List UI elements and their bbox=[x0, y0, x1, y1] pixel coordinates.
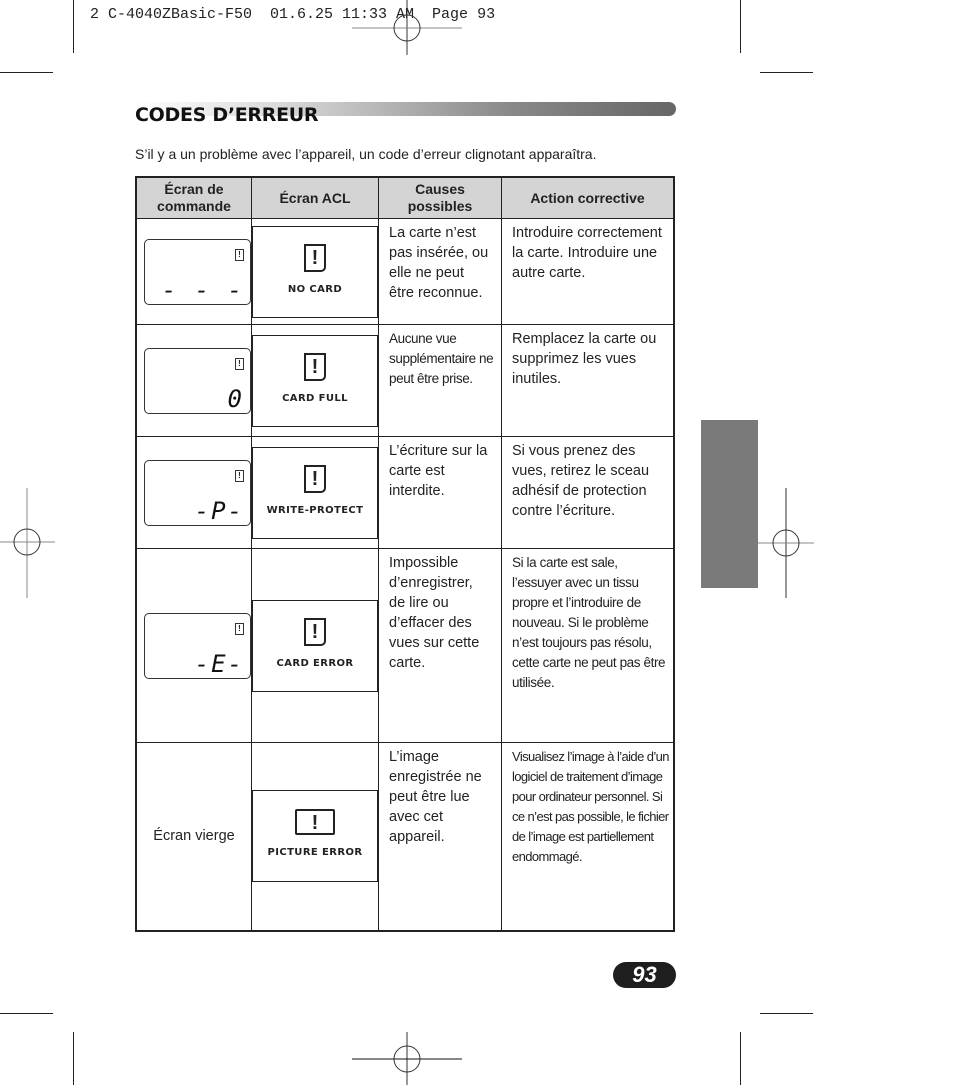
action-cell: Remplacez la carte ou supprimez les vues… bbox=[501, 324, 675, 437]
lcd-screen-cell: ! WRITE-PROTECT bbox=[251, 436, 379, 549]
crop-mark bbox=[760, 72, 813, 73]
lcd-message: CARD FULL bbox=[282, 392, 348, 404]
segment-readout: - - - bbox=[161, 275, 244, 304]
segment-readout: -P- bbox=[194, 496, 244, 525]
lcd-message: NO CARD bbox=[287, 283, 343, 295]
lcd-screen: ! PICTURE ERROR bbox=[252, 790, 378, 883]
lcd-screen: ! NO CARD bbox=[252, 225, 378, 318]
chapter-side-tab bbox=[701, 420, 758, 588]
card-warning-icon: ! bbox=[235, 248, 244, 261]
blank-screen-label: Écran vierge bbox=[153, 828, 235, 845]
header-action: Action corrective bbox=[501, 176, 675, 219]
table-row: ! -E- ! CARD ERROR Impossible d’enregist… bbox=[135, 548, 675, 743]
header-lcd-display: Écran ACL bbox=[251, 176, 379, 219]
registration-mark-bottom-icon bbox=[352, 1032, 462, 1085]
table-row: Écran vierge ! PICTURE ERROR L’image enr… bbox=[135, 742, 675, 931]
control-panel-display: ! 0 bbox=[144, 347, 251, 414]
control-display-cell: ! 0 bbox=[135, 324, 252, 437]
action-cell: Introduire correctement la carte. Introd… bbox=[501, 218, 675, 325]
crop-mark bbox=[73, 1032, 74, 1085]
card-warning-icon: ! bbox=[304, 464, 326, 493]
card-warning-icon: ! bbox=[235, 469, 244, 482]
table-header-row: Écran de commande Écran ACL Causes possi… bbox=[135, 176, 675, 219]
crop-mark bbox=[73, 0, 74, 53]
control-panel-display: ! -P- bbox=[144, 459, 251, 526]
action-cell: Visualisez l’image à l’aide d’un logicie… bbox=[501, 742, 675, 931]
lcd-screen: ! WRITE-PROTECT bbox=[252, 446, 378, 539]
header-causes: Causes possibles bbox=[378, 176, 502, 219]
action-cell: Si la carte est sale, l’essuyer avec un … bbox=[501, 548, 675, 743]
registration-mark-left-icon bbox=[0, 488, 55, 598]
error-codes-table: Écran de commande Écran ACL Causes possi… bbox=[135, 176, 675, 932]
cause-cell: L’image enregistrée ne peut être lue ave… bbox=[378, 742, 502, 931]
cause-cell: L’écriture sur la carte est interdite. bbox=[378, 436, 502, 549]
lcd-message: PICTURE ERROR bbox=[267, 847, 363, 859]
segment-readout: -E- bbox=[194, 649, 244, 678]
table-row: ! -P- ! WRITE-PROTECT L’écriture sur la … bbox=[135, 436, 675, 549]
control-display-cell: ! - - - bbox=[135, 218, 252, 325]
card-warning-icon: ! bbox=[304, 243, 326, 272]
card-warning-icon: ! bbox=[235, 357, 244, 370]
cause-cell: La carte n’est pas insérée, ou elle ne p… bbox=[378, 218, 502, 325]
lcd-screen-cell: ! CARD FULL bbox=[251, 324, 379, 437]
segment-readout: 0 bbox=[227, 384, 244, 413]
lcd-message: CARD ERROR bbox=[276, 657, 354, 669]
cause-cell: Aucune vue supplémentaire ne peut être p… bbox=[378, 324, 502, 437]
control-display-cell: ! -E- bbox=[135, 548, 252, 743]
crop-mark bbox=[760, 1013, 813, 1014]
cause-cell: Impossible d’enregistrer, de lire ou d’e… bbox=[378, 548, 502, 743]
lcd-message: WRITE-PROTECT bbox=[266, 504, 364, 516]
crop-mark bbox=[0, 72, 53, 73]
card-warning-icon: ! bbox=[235, 622, 244, 635]
control-display-cell: ! -P- bbox=[135, 436, 252, 549]
table-row: ! - - - ! NO CARD La carte n’est pas ins… bbox=[135, 218, 675, 325]
header-control-display: Écran de commande bbox=[135, 176, 252, 219]
section-intro: S’il y a un problème avec l’appareil, un… bbox=[135, 146, 597, 162]
lcd-screen-cell: ! PICTURE ERROR bbox=[251, 742, 379, 931]
crop-mark bbox=[0, 1013, 53, 1014]
crop-mark bbox=[740, 0, 741, 53]
registration-mark-top-icon bbox=[352, 0, 462, 55]
card-warning-icon: ! bbox=[304, 352, 326, 381]
lcd-screen: ! CARD FULL bbox=[252, 334, 378, 427]
lcd-screen: ! CARD ERROR bbox=[252, 599, 378, 692]
lcd-screen-cell: ! NO CARD bbox=[251, 218, 379, 325]
table-row: ! 0 ! CARD FULL Aucune vue supplémentair… bbox=[135, 324, 675, 437]
crop-mark bbox=[740, 1032, 741, 1085]
control-panel-display: ! - - - bbox=[144, 238, 251, 305]
card-warning-icon: ! bbox=[304, 617, 326, 646]
section-title: CODES D’ERREUR bbox=[135, 104, 319, 126]
registration-mark-right-icon bbox=[758, 488, 814, 598]
control-display-cell: Écran vierge bbox=[135, 742, 252, 931]
lcd-screen-cell: ! CARD ERROR bbox=[251, 548, 379, 743]
picture-warning-icon: ! bbox=[295, 809, 335, 836]
page-number: 93 bbox=[613, 962, 676, 988]
action-cell: Si vous prenez des vues, retirez le scea… bbox=[501, 436, 675, 549]
control-panel-display: ! -E- bbox=[144, 612, 251, 679]
